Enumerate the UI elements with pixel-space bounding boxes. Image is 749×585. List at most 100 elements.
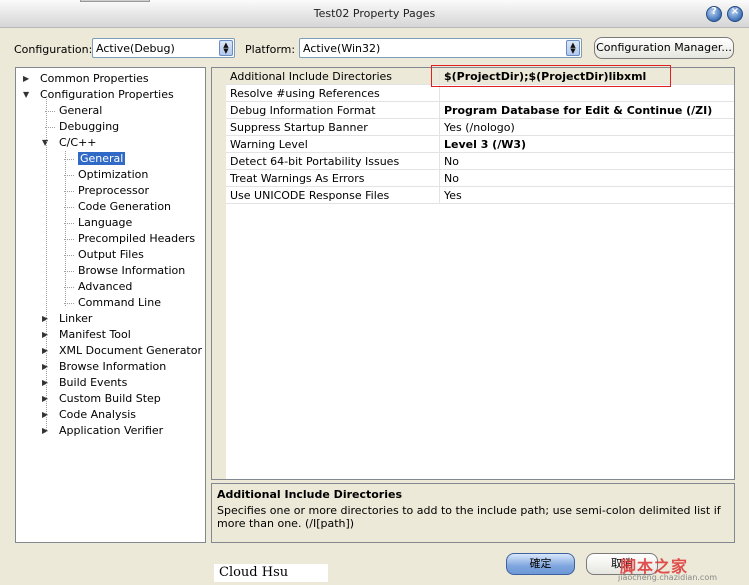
tree-item-label: Application Verifier [59, 424, 164, 437]
tree-item[interactable]: C/C++ [59, 135, 97, 150]
property-tree[interactable]: ▶ Common Properties ▼ Configuration Propert… [15, 67, 206, 543]
tree-item-label: Common Properties [40, 72, 149, 85]
property-name: Warning Level [230, 138, 308, 151]
column-divider [439, 187, 440, 204]
tree-item[interactable]: Common Properties [40, 71, 149, 86]
property-name: Suppress Startup Banner [230, 121, 368, 134]
window-title: Test02 Property Pages [313, 7, 436, 20]
tree-item-label: Code Analysis [59, 408, 136, 421]
property-value[interactable]: No [444, 172, 459, 185]
tree-item-label: Debugging [59, 120, 120, 133]
tree-item[interactable]: Custom Build Step [59, 391, 161, 406]
tree-item[interactable]: Code Analysis [59, 407, 136, 422]
tree-item-label: General [59, 104, 103, 117]
property-row[interactable]: Resolve #using References [226, 85, 734, 102]
property-grid[interactable]: Additional Include Directories $(ProjectD… [211, 67, 735, 480]
tree-item-label: Language [78, 216, 133, 229]
column-divider [439, 153, 440, 170]
property-name: Detect 64-bit Portability Issues [230, 155, 400, 168]
tree-item-label: Optimization [78, 168, 149, 181]
title-bar: Test02 Property Pages ? × [0, 0, 749, 28]
background-window-tab [80, 0, 150, 2]
description-panel: Additional Include Directories Specifies… [211, 483, 735, 543]
watermark-url: jiaocheng.chazidian.com [618, 573, 718, 582]
tree-item-label: Linker [59, 312, 93, 325]
tree-item[interactable]: Code Generation [78, 199, 171, 214]
tree-item-label: Build Events [59, 376, 128, 389]
tree-item[interactable]: XML Document Generator [59, 343, 202, 358]
ok-button[interactable]: 確定 [506, 553, 575, 575]
property-name: Debug Information Format [230, 104, 376, 117]
property-row[interactable]: Suppress Startup Banner Yes (/nologo) [226, 119, 734, 136]
property-row[interactable]: Treat Warnings As Errors No [226, 170, 734, 187]
tree-item-label: Preprocessor [78, 184, 150, 197]
tree-item[interactable]: General [78, 151, 126, 166]
configuration-value: Active(Debug) [96, 42, 175, 55]
tree-item[interactable]: Precompiled Headers [78, 231, 195, 246]
tree-item[interactable]: Debugging [59, 119, 119, 134]
tree-item-label: Custom Build Step [59, 392, 161, 405]
tree-item-label: Configuration Properties [40, 88, 174, 101]
column-divider [439, 85, 440, 102]
configuration-select[interactable]: Active(Debug) ▲ ▼ [92, 38, 235, 58]
tree-item[interactable]: Language [78, 215, 132, 230]
property-value[interactable]: Yes (/nologo) [444, 121, 515, 134]
tree-connector [46, 96, 47, 432]
property-value[interactable]: Yes [444, 189, 462, 202]
property-value[interactable]: Program Database for Edit & Continue (/Z… [444, 104, 712, 117]
column-divider [439, 136, 440, 153]
tree-connector [65, 151, 66, 306]
platform-select[interactable]: Active(Win32) ▲ ▼ [299, 38, 582, 58]
tree-item-label: Browse Information [59, 360, 167, 373]
configuration-manager-button[interactable]: Configuration Manager... [594, 37, 734, 59]
property-row[interactable]: Warning Level Level 3 (/W3) [226, 136, 734, 153]
tree-item[interactable]: Linker [59, 311, 92, 326]
column-divider [439, 170, 440, 187]
dropdown-arrow-icon[interactable]: ▲ ▼ [219, 40, 233, 56]
property-row[interactable]: Debug Information Format Program Database… [226, 102, 734, 119]
close-icon: × [730, 6, 740, 17]
property-name: Use UNICODE Response Files [230, 189, 390, 202]
column-divider [439, 102, 440, 119]
tree-item-label: Output Files [78, 248, 144, 261]
tree-item[interactable]: General [59, 103, 102, 118]
expand-arrow-icon[interactable]: ▶ [23, 75, 30, 83]
tree-item[interactable]: Advanced [78, 279, 132, 294]
property-name: Resolve #using References [230, 87, 380, 100]
tree-item[interactable]: Build Events [59, 375, 127, 390]
property-row[interactable]: Detect 64-bit Portability Issues No [226, 153, 734, 170]
dropdown-arrow-icon[interactable]: ▲ ▼ [566, 40, 580, 56]
platform-label: Platform: [245, 43, 296, 56]
tree-item[interactable]: Output Files [78, 247, 144, 262]
property-name: Additional Include Directories [230, 70, 392, 83]
tree-item[interactable]: Manifest Tool [59, 327, 131, 342]
tree-item[interactable]: Browse Information [59, 359, 166, 374]
tree-item-label: XML Document Generator [59, 344, 202, 357]
tree-item[interactable]: Command Line [78, 295, 161, 310]
close-button[interactable]: × [727, 6, 743, 22]
description-text: Specifies one or more directories to add… [217, 504, 721, 530]
property-row[interactable]: Use UNICODE Response Files Yes [226, 187, 734, 204]
tree-item-label: Browse Information [78, 264, 186, 277]
tree-item[interactable]: Configuration Properties [40, 87, 174, 102]
property-value[interactable]: Level 3 (/W3) [444, 138, 526, 151]
collapse-arrow-icon[interactable]: ▼ [23, 91, 30, 99]
tree-item[interactable]: Preprocessor [78, 183, 149, 198]
tree-item-label: Command Line [78, 296, 161, 309]
tree-item-label: Advanced [78, 280, 133, 293]
tree-item-label: C/C++ [59, 136, 97, 149]
tree-item[interactable]: Optimization [78, 167, 148, 182]
signature-label: Cloud Hsu [214, 564, 328, 582]
tree-item-label: General [78, 152, 126, 165]
property-value[interactable]: No [444, 155, 459, 168]
highlight-annotation [431, 65, 671, 87]
tree-item[interactable]: Application Verifier [59, 423, 163, 438]
tree-item-label: Precompiled Headers [78, 232, 196, 245]
help-button[interactable]: ? [706, 6, 722, 22]
property-name: Treat Warnings As Errors [230, 172, 365, 185]
description-title: Additional Include Directories [217, 488, 403, 501]
grid-gutter [212, 68, 226, 479]
tree-item[interactable]: Browse Information [78, 263, 185, 278]
tree-item-label: Code Generation [78, 200, 172, 213]
platform-value: Active(Win32) [303, 42, 381, 55]
